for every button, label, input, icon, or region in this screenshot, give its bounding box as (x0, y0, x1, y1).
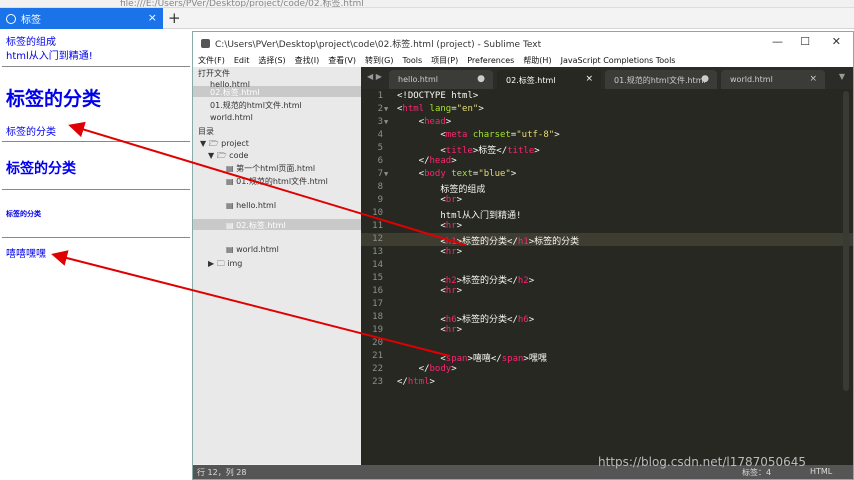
arrow-span-to-text (51, 250, 451, 357)
screen: { "browser":{ "address_fragment":"file:/… (0, 0, 854, 480)
arrow-h1-to-text (68, 121, 466, 246)
annotation-arrows (51, 121, 466, 357)
